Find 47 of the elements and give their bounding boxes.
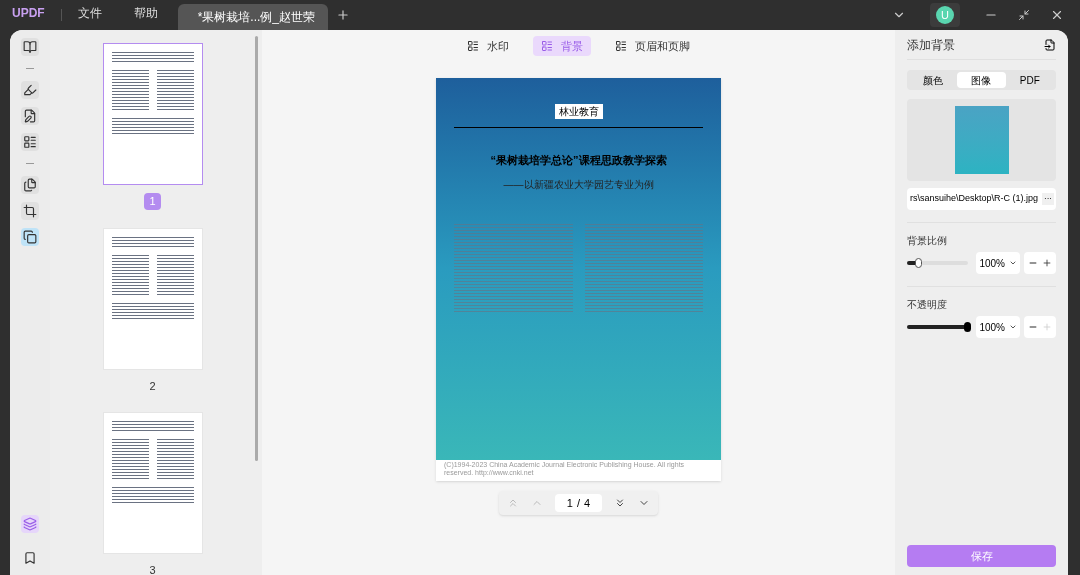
page-number: 3 [148, 563, 157, 575]
pen-page-icon[interactable] [21, 107, 39, 125]
highlighter-icon[interactable] [21, 81, 39, 99]
journal-name: 林业教育 [554, 104, 603, 119]
article-title: “果树栽培学总论”课程思政教学探索 [490, 153, 667, 168]
image-preview [954, 106, 1009, 174]
slider-thumb[interactable] [964, 322, 972, 332]
document-tab[interactable]: *果树栽培...例_赵世荣 [177, 4, 328, 30]
menu-item[interactable]: 文件 [77, 4, 102, 22]
stacked-squares-icon[interactable] [21, 228, 39, 246]
page-number: 1 [144, 193, 161, 210]
caret-icon [1009, 323, 1017, 331]
page-thumbnail[interactable] [102, 43, 203, 185]
scrollbar[interactable] [255, 36, 258, 461]
pages-icon[interactable] [21, 176, 39, 194]
close-icon[interactable] [1050, 8, 1064, 22]
list-square-icon [541, 40, 553, 52]
setting-label: 背景比例 [907, 234, 948, 248]
percent-dropdown[interactable]: 100% [976, 316, 1020, 338]
list-square-icon [615, 40, 627, 52]
setting-label: 不透明度 [907, 298, 948, 312]
percent-dropdown[interactable]: 100% [976, 252, 1020, 274]
slider-thumb[interactable] [915, 258, 923, 268]
source-tab[interactable]: 颜色 [909, 72, 958, 88]
page-number: 2 [148, 378, 157, 394]
menu-item[interactable]: 帮助 [133, 4, 158, 22]
article-subtitle: ——以新疆农业大学园艺专业为例 [503, 177, 654, 192]
app-logo: UPDF [12, 5, 45, 22]
list-icon[interactable] [21, 133, 39, 151]
slider-track[interactable] [907, 325, 969, 329]
toolbar-tab[interactable]: 水印 [459, 36, 517, 56]
panel-title: 添加背景 [907, 36, 955, 54]
caret-icon [1009, 259, 1017, 267]
add-tab-icon[interactable] [335, 8, 350, 22]
increase-icon[interactable] [1042, 258, 1052, 268]
export-icon[interactable] [1044, 38, 1056, 51]
source-tab[interactable]: 图像 [957, 72, 1006, 88]
source-tab[interactable]: PDF [1005, 72, 1054, 88]
crop-icon[interactable] [21, 202, 39, 220]
browse-button[interactable]: ··· [1042, 193, 1054, 205]
layers-icon[interactable] [21, 515, 39, 533]
toolbar-tab[interactable]: 页眉和页脚 [607, 36, 698, 56]
file-path-field[interactable]: rs\sansuihe\Desktop\R-C (1).jpg ··· [907, 188, 1056, 210]
restore-icon[interactable] [1018, 9, 1030, 21]
book-icon[interactable] [21, 38, 39, 56]
tab-title: *果树栽培...例_赵世荣 [197, 9, 316, 26]
page-input[interactable]: 1 / 4 [554, 494, 603, 512]
